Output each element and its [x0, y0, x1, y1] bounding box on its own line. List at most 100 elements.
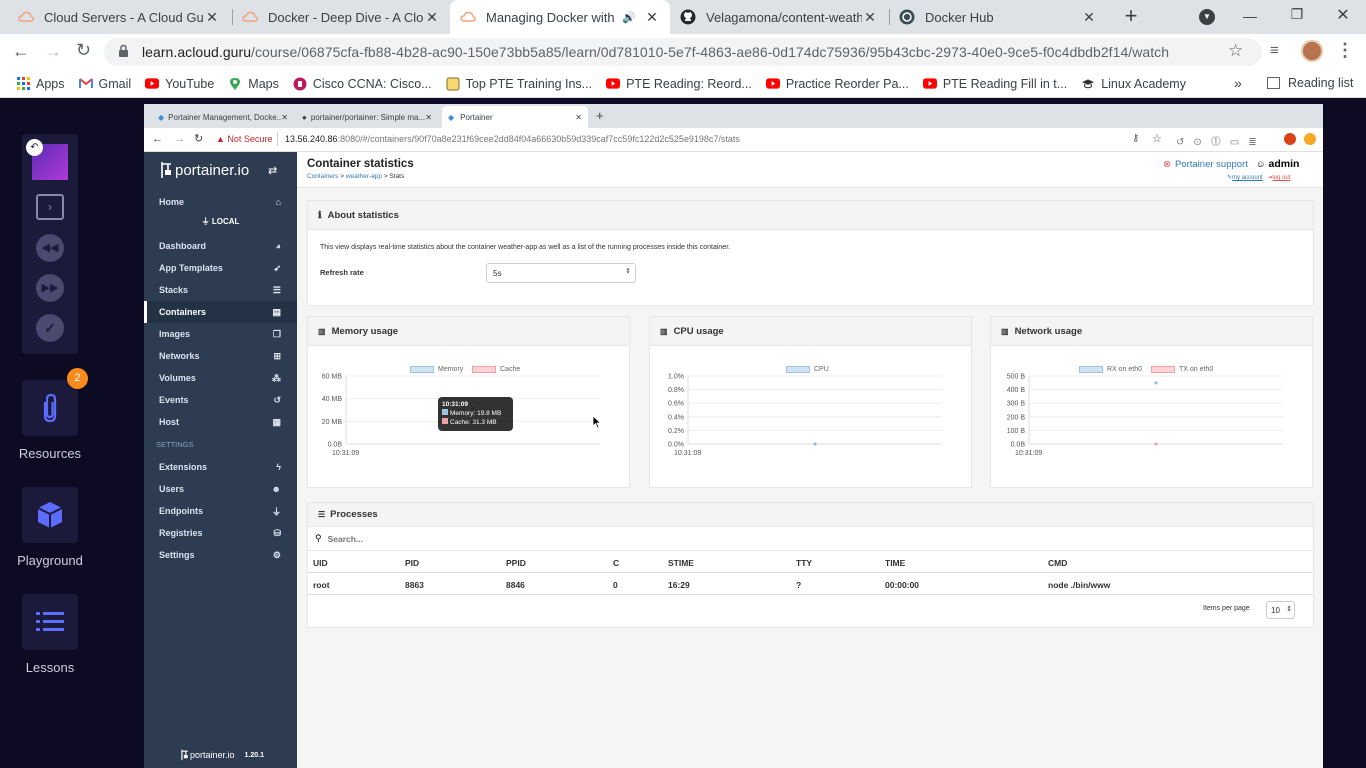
- nav-settings[interactable]: Settings ⚙: [159, 545, 281, 565]
- nav-dashboard[interactable]: Dashboard ◕: [159, 236, 281, 256]
- inner-browser-tab-active[interactable]: ◆ Portainer ✕: [442, 106, 588, 128]
- lessons-button[interactable]: [22, 594, 78, 650]
- nav-stacks[interactable]: Stacks ☰: [159, 280, 281, 300]
- window-close-button[interactable]: ✕: [1333, 5, 1353, 25]
- column-header-time[interactable]: TIME: [885, 558, 905, 568]
- star-icon[interactable]: ☆: [1228, 41, 1243, 61]
- close-icon[interactable]: ✕: [575, 113, 582, 122]
- bookmark-pte-training[interactable]: Top PTE Training Ins...: [446, 77, 592, 91]
- new-tab-button[interactable]: +: [1118, 4, 1144, 30]
- browser-tab[interactable]: Docker Hub ✕: [889, 0, 1107, 34]
- restore-button[interactable]: ❐: [1287, 6, 1307, 23]
- acloudguru-cloud-icon: [242, 9, 258, 25]
- items-per-page-select[interactable]: 10 ⇕: [1266, 601, 1295, 619]
- nav-registries[interactable]: Registries ⛁: [159, 523, 281, 543]
- reload-icon[interactable]: ↻: [194, 132, 203, 145]
- avatar[interactable]: [1301, 40, 1323, 62]
- reload-icon[interactable]: ↻: [76, 40, 91, 61]
- nav-networks[interactable]: Networks ⊞: [159, 346, 281, 366]
- search-input[interactable]: [327, 533, 728, 544]
- nav-events[interactable]: Events ↺: [159, 390, 281, 410]
- support-link[interactable]: Portainer support: [1175, 159, 1248, 170]
- nav-endpoints[interactable]: Endpoints ⏚: [159, 501, 281, 521]
- reading-list-button[interactable]: Reading list: [1267, 76, 1353, 90]
- nav-label: Networks: [159, 351, 200, 361]
- inner-browser-tab[interactable]: ● portainer/portainer: Simple ma... ✕: [296, 106, 438, 128]
- browser-tab[interactable]: Cloud Servers - A Cloud Guru ✕: [8, 0, 230, 34]
- omnibox[interactable]: learn.acloud.guru/course/06875cfa-fb88-4…: [104, 38, 1262, 66]
- close-icon[interactable]: ✕: [644, 9, 660, 26]
- menu-icon[interactable]: ⋮: [1336, 40, 1354, 61]
- column-header-uid[interactable]: UID: [313, 558, 328, 568]
- forward-arrow-icon[interactable]: →: [44, 41, 62, 62]
- nav-extensions[interactable]: Extensions ϟ: [159, 457, 281, 477]
- bookmark-maps[interactable]: Maps: [228, 77, 279, 91]
- close-icon[interactable]: ✕: [281, 113, 288, 122]
- breadcrumb-link-containers[interactable]: Containers: [307, 173, 338, 180]
- forward-arrow-icon[interactable]: →: [174, 133, 185, 145]
- bookmark-youtube[interactable]: YouTube: [145, 77, 214, 91]
- refresh-rate-select[interactable]: 5s ⇕: [486, 263, 636, 283]
- my-account-link[interactable]: my account: [1232, 175, 1263, 181]
- nav-app-templates[interactable]: App Templates ➶: [159, 258, 281, 278]
- column-header-cmd[interactable]: CMD: [1048, 558, 1067, 568]
- back-arrow-icon[interactable]: ←: [152, 133, 163, 145]
- fast-forward-icon[interactable]: ▶▶: [36, 274, 64, 302]
- minimize-button[interactable]: —: [1240, 8, 1260, 24]
- column-header-c[interactable]: C: [613, 558, 619, 568]
- bookmark-apps[interactable]: Apps: [16, 77, 65, 91]
- key-icon[interactable]: ⚷: [1132, 133, 1139, 144]
- cpu-chart[interactable]: 1.0% 0.8% 0.6% 0.4% 0.2% 0.0%10:31:09: [650, 372, 971, 487]
- security-status[interactable]: ▲ Not Secure: [216, 134, 272, 144]
- inner-browser-tab[interactable]: ◆ Portainer Management, Docke... ✕: [152, 106, 294, 128]
- star-icon[interactable]: ☆: [1152, 132, 1162, 145]
- bookmark-practice-reorder[interactable]: Practice Reorder Pa...: [765, 77, 909, 91]
- bookmark-pte-fill[interactable]: PTE Reading Fill in t...: [922, 77, 1067, 91]
- breadcrumb-link-weather-app[interactable]: weather-app: [346, 173, 382, 180]
- extension-icon[interactable]: [1304, 133, 1316, 145]
- back-arrow-icon[interactable]: ←: [12, 41, 30, 62]
- nav-volumes[interactable]: Volumes ⁂: [159, 368, 281, 388]
- bookmarks-overflow-icon[interactable]: »: [1234, 75, 1242, 91]
- close-icon[interactable]: ✕: [1081, 9, 1097, 26]
- toggle-sidebar-icon[interactable]: ⇄: [268, 164, 277, 177]
- nav-home[interactable]: Home ⌂: [159, 192, 281, 212]
- speaker-icon[interactable]: 🔊: [622, 11, 636, 24]
- back-icon[interactable]: ↶: [26, 139, 43, 156]
- expand-panel-icon[interactable]: ›: [36, 194, 64, 220]
- portainer-logo[interactable]: portainer.io: [159, 160, 249, 180]
- close-icon[interactable]: ✕: [204, 9, 220, 26]
- browser-tab[interactable]: Docker - Deep Dive - A Cloud Guru ✕: [232, 0, 450, 34]
- close-icon[interactable]: ✕: [424, 9, 440, 26]
- playground-button[interactable]: [22, 487, 78, 543]
- log-out-link[interactable]: log out: [1272, 175, 1290, 181]
- close-icon[interactable]: ✕: [862, 9, 878, 26]
- rewind-icon[interactable]: ◀◀: [36, 234, 64, 262]
- resources-button[interactable]: [22, 380, 78, 436]
- extension-avatar-icon[interactable]: [1284, 133, 1296, 145]
- nav-users[interactable]: Users ☻: [159, 479, 281, 499]
- extension-icons[interactable]: ↺⊙⓵▭≣: [1176, 133, 1266, 148]
- bookmark-pte-reorder[interactable]: PTE Reading: Reord...: [606, 77, 752, 91]
- process-search[interactable]: ⚲: [308, 527, 1313, 551]
- column-header-ppid[interactable]: PPID: [506, 558, 526, 568]
- network-chart[interactable]: 500 B 400 B 300 B 200 B 100 B 0.0B10:31:09: [991, 372, 1312, 487]
- bookmark-cisco[interactable]: Cisco CCNA: Cisco...: [293, 77, 432, 91]
- tab-search-icon[interactable]: ▼: [1199, 9, 1215, 25]
- column-header-tty[interactable]: TTY: [796, 558, 812, 568]
- column-header-stime[interactable]: STIME: [668, 558, 694, 568]
- bookmark-linux-academy[interactable]: Linux Academy: [1081, 77, 1186, 91]
- column-header-pid[interactable]: PID: [405, 558, 419, 568]
- bookmark-gmail[interactable]: Gmail: [78, 77, 131, 91]
- media-control-icon[interactable]: ≡: [1270, 42, 1279, 59]
- nav-images[interactable]: Images ❐: [159, 324, 281, 344]
- mouse-cursor-icon: [592, 415, 602, 429]
- browser-tab[interactable]: Velagamona/content-weather-app ✕: [670, 0, 888, 34]
- nav-containers[interactable]: Containers ▤: [159, 302, 281, 322]
- browser-tab-active[interactable]: Managing Docker with Portainer 🔊 ✕: [450, 0, 670, 34]
- complete-check-icon[interactable]: ✓: [36, 314, 64, 342]
- close-icon[interactable]: ✕: [425, 113, 432, 122]
- tab-title: Portainer Management, Docke...: [168, 112, 282, 122]
- new-tab-button[interactable]: +: [596, 108, 604, 123]
- nav-host[interactable]: Host ▦: [159, 412, 281, 432]
